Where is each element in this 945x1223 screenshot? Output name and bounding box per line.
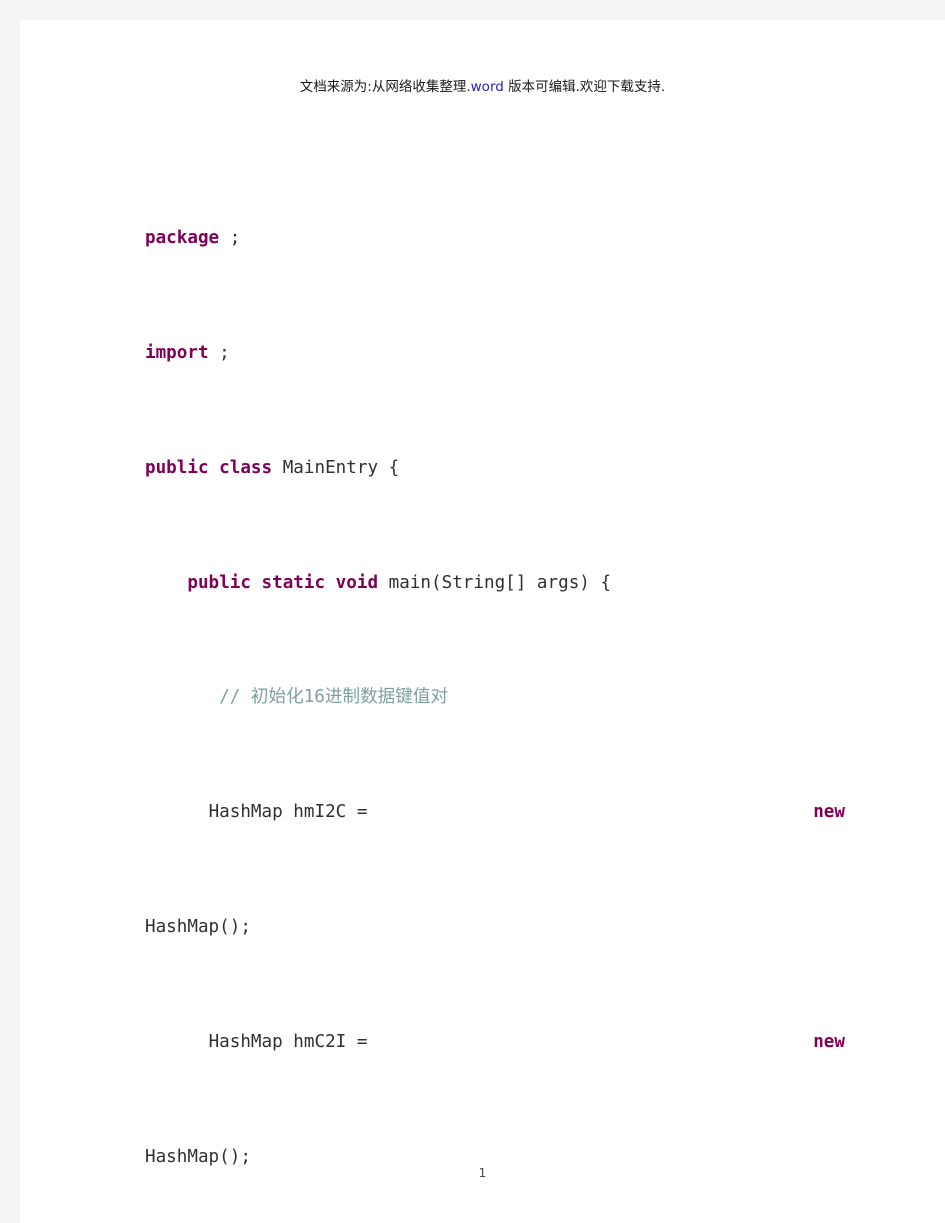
code-line-5-comment: // 初始化16进制数据键值对 [145, 683, 845, 712]
code-text: HashMap(); [145, 916, 251, 937]
keyword-package: package [145, 228, 220, 249]
code-line-7: HashMap(); [145, 913, 845, 942]
code-text: main(String[] args) { [378, 572, 612, 593]
code-line-6: HashMap hmI2C = new [145, 798, 845, 827]
code-line-8: HashMap hmC2I = new [145, 1028, 845, 1057]
code-text: HashMap hmI2C = [208, 802, 368, 823]
header-prefix-text: 文档来源为:从网络收集整理. [299, 79, 471, 95]
code-text: MainEntry { [272, 457, 400, 478]
code-line-1: package ; [145, 224, 845, 253]
keyword-public-static-void: public static void [187, 572, 379, 593]
code-line-3: public class MainEntry { [145, 454, 845, 483]
code-text: ; [208, 342, 230, 363]
keyword-new: new [813, 802, 845, 823]
header-suffix-text: 版本可编辑.欢迎下载支持. [503, 79, 666, 95]
keyword-new: new [813, 1031, 845, 1052]
page-number: 1 [478, 1166, 487, 1180]
code-line-4: public static void main(String[] args) { [145, 569, 845, 598]
header-word-link[interactable]: word [471, 79, 504, 95]
keyword-public-class: public class [145, 457, 273, 478]
code-text: HashMap hmC2I = [208, 1031, 368, 1052]
code-text: HashMap(); [145, 1146, 251, 1167]
code-line-2: import ; [145, 339, 845, 368]
code-text: ; [219, 228, 241, 249]
line-comment: // 初始化16进制数据键值对 [219, 687, 449, 708]
keyword-import: import [145, 342, 209, 363]
document-header-watermark: 文档来源为:从网络收集整理.word 版本可编辑.欢迎下载支持. [20, 75, 945, 95]
document-page: 文档来源为:从网络收集整理.word 版本可编辑.欢迎下载支持. package… [20, 20, 945, 1223]
java-code-block: package ; import ; public class MainEntr… [145, 138, 845, 1223]
